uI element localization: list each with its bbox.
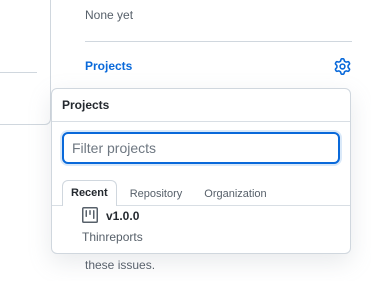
tab-repository[interactable]: Repository <box>121 181 192 206</box>
project-name: v1.0.0 <box>106 209 140 223</box>
linked-issues-value: None yet <box>85 8 134 22</box>
main-content-edge <box>0 0 51 125</box>
filter-section: Recent Repository Organization <box>52 122 350 206</box>
tab-organization[interactable]: Organization <box>195 181 275 206</box>
sidebar-divider <box>85 41 352 42</box>
popover-title: Projects <box>52 89 350 122</box>
content-divider <box>0 72 37 73</box>
project-board-icon <box>82 207 98 223</box>
project-repository: Thinreports <box>82 230 143 244</box>
tab-recent[interactable]: Recent <box>62 180 117 206</box>
background-text: these issues. <box>85 258 156 272</box>
gear-icon[interactable] <box>334 58 351 75</box>
project-scope-tabs: Recent Repository Organization <box>62 180 280 206</box>
projects-heading-link[interactable]: Projects <box>85 59 132 73</box>
filter-projects-input[interactable] <box>62 132 340 164</box>
issue-sidebar-page: None yet Projects these issues. Projects… <box>0 0 371 281</box>
